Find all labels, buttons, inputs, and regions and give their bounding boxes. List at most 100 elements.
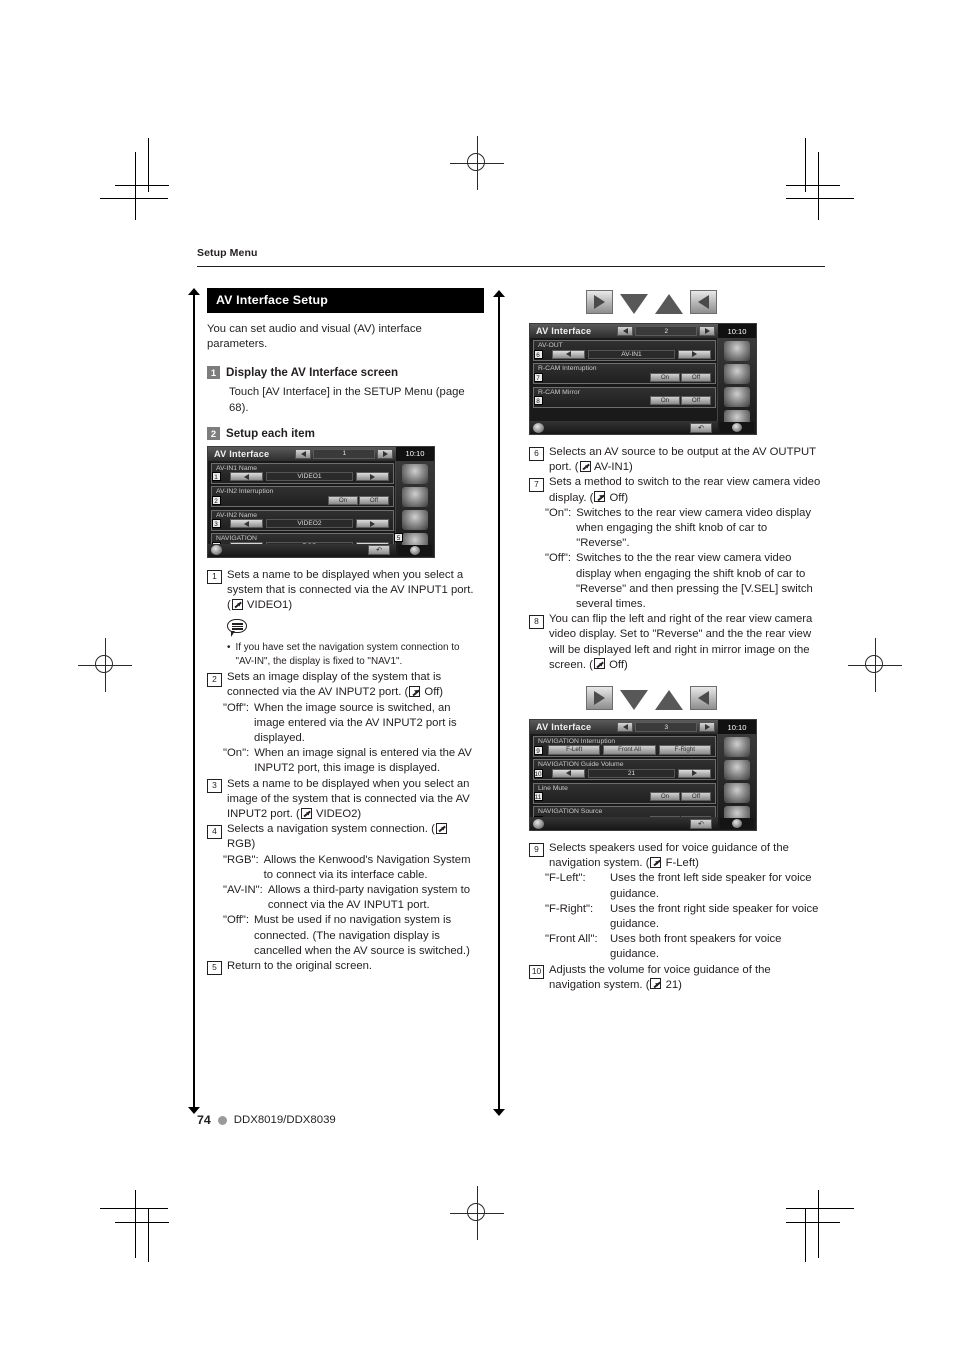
desc-7-def-on-value: Switches to the rear view camera video d… (576, 506, 812, 550)
screen1-volume-knob[interactable] (211, 545, 222, 556)
screen2-return-button[interactable]: ↶ (690, 422, 712, 433)
screen1-row2-on-button[interactable]: On (328, 495, 358, 505)
default-setting-pencil-icon (231, 598, 243, 610)
screen3-row3-on-button[interactable]: On (650, 792, 680, 802)
desc-2-def-off: "Off": When the image source is switched… (223, 701, 479, 747)
screen2-row3-on-button[interactable]: On (650, 396, 680, 406)
screen3-row1-fleft-button[interactable]: F-Left (548, 744, 601, 755)
default-setting-pencil-icon (409, 685, 421, 697)
desc-item-2: 2 Sets an image display of the system th… (207, 670, 479, 700)
screen1-row1-value: VIDEO1 (266, 472, 353, 482)
desc-9-def-frontall: "Front All": Uses both front speakers fo… (545, 932, 821, 962)
step-2-number: 2 (207, 426, 220, 440)
desc-4-def-off-key: "Off": (223, 914, 250, 927)
crop-mark-br-v (818, 1190, 820, 1258)
arrow-down-icon (620, 294, 648, 314)
screen2-sidebar (717, 338, 756, 430)
device-screen-1: AV Interface 1 10:10 AV-IN1 Name 1 VIDEO… (207, 445, 435, 558)
desc-8-body: You can flip the left and right of the r… (549, 612, 821, 673)
crop-mark-br-h2 (786, 1222, 840, 1224)
desc-1-text-b: VIDEO1) (243, 599, 293, 612)
desc-1-body: Sets a name to be displayed when you sel… (227, 568, 479, 614)
screen1-corner-controls[interactable] (398, 544, 432, 556)
screen2-row2-off-button[interactable]: Off (681, 372, 711, 382)
screen1-row3-prev-button[interactable] (230, 519, 263, 529)
screen3-row3-off-button[interactable]: Off (681, 792, 711, 802)
arrow-left-button[interactable] (690, 290, 717, 314)
arrow-right-button[interactable] (586, 686, 613, 711)
desc-4-body: Selects a navigation system connection. … (227, 822, 479, 852)
sidebar-setup-icon[interactable] (724, 760, 750, 781)
screen2-row2-label: R-CAM Interruption (538, 365, 597, 373)
screen3-row1-fright-button[interactable]: F-Right (658, 744, 711, 755)
screen2-volume-knob[interactable] (533, 422, 544, 433)
screen1-row-av-in1-name: AV-IN1 Name 1 VIDEO1 (211, 462, 394, 484)
desc-item-9: 9 Selects speakers used for voice guidan… (529, 841, 821, 871)
arrow-right-button[interactable] (586, 290, 613, 314)
desc-2-def-off-value: When the image source is switched, an im… (254, 701, 457, 745)
screen2-row1-next-button[interactable] (678, 349, 711, 359)
screen1-row2-callout: 2 (211, 495, 221, 505)
screen1-row2-toggle: On Off (328, 495, 389, 505)
desc-2-def-on-value: When an image signal is entered via the … (254, 747, 472, 775)
note-bullet: • (227, 642, 231, 654)
sidebar-source-icon[interactable] (724, 341, 750, 361)
screen3-row2-decrease-button[interactable] (552, 768, 585, 778)
desc-9-def-frontall-value: Uses both front speakers for voice guida… (610, 933, 782, 961)
model-name: DDX8019/DDX8039 (233, 1114, 336, 1126)
sidebar-setup-icon[interactable] (402, 486, 428, 507)
screen1-row3-label: AV-IN2 Name (216, 511, 258, 519)
screen1-return-button[interactable]: ↶ (368, 545, 390, 556)
screen1-row3-next-button[interactable] (356, 519, 389, 529)
screen1-row1-prev-button[interactable] (230, 472, 263, 482)
desc-7-number: 7 (529, 477, 544, 492)
screen2-corner-controls[interactable] (720, 422, 754, 433)
desc-6-number: 6 (529, 447, 544, 462)
screen3-row3-label: Line Mute (538, 784, 568, 792)
screen1-prev-page-button[interactable] (295, 448, 312, 459)
screen3-volume-knob[interactable] (533, 818, 544, 829)
arrow-left-button[interactable] (690, 686, 717, 711)
screen3-row2-increase-button[interactable] (678, 768, 711, 778)
arrow-down-icon (620, 690, 648, 711)
sidebar-source-icon[interactable] (402, 463, 428, 484)
screen3-corner-controls[interactable] (720, 818, 754, 830)
step-1-label: Display the AV Interface screen (226, 366, 399, 380)
screen2-row2-on-button[interactable]: On (650, 372, 680, 382)
screen2-row3-off-button[interactable]: Off (681, 396, 711, 406)
screen1-row1-label: AV-IN1 Name (216, 464, 258, 472)
screen2-next-page-button[interactable] (699, 326, 716, 336)
note-text: If you have set the navigation system co… (235, 642, 460, 667)
desc-9-number: 9 (529, 843, 544, 858)
default-setting-pencil-icon (435, 822, 447, 834)
desc-7-text-b: Off) (606, 491, 629, 504)
default-setting-pencil-icon (593, 658, 605, 670)
right-description-list-lower: 9 Selects speakers used for voice guidan… (529, 841, 821, 993)
screen3-next-page-button[interactable] (699, 722, 716, 733)
screen1-row1-next-button[interactable] (356, 472, 389, 482)
crop-mark-tl-h (100, 198, 168, 200)
desc-7-text-a: Sets a method to switch to the rear view… (549, 476, 821, 504)
screen3-return-button[interactable]: ↶ (690, 818, 712, 829)
screen3-prev-page-button[interactable] (617, 722, 634, 733)
desc-9-def-fright-value: Uses the front right side speaker for vo… (610, 902, 819, 931)
desc-10-number: 10 (529, 965, 544, 980)
screen1-row2-off-button[interactable]: Off (359, 495, 389, 505)
sidebar-audio-icon[interactable] (724, 387, 750, 407)
screen1-next-page-button[interactable] (377, 448, 394, 459)
sidebar-audio-icon[interactable] (402, 509, 428, 530)
screen3-row1-frontall-button[interactable]: Front All (603, 744, 656, 755)
screen3-body: NAVIGATION Interruption 9 F-Left Front A… (533, 736, 716, 828)
sidebar-audio-icon[interactable] (724, 783, 750, 804)
sidebar-setup-icon[interactable] (724, 364, 750, 384)
screen3-clock: 10:10 (718, 720, 756, 735)
page-number: 74 (197, 1113, 211, 1127)
screen2-prev-page-button[interactable] (617, 326, 634, 336)
desc-9-def-fleft-value: Uses the front left side speaker for voi… (610, 872, 812, 900)
crop-mark-br-h (786, 1208, 854, 1210)
screen2-row1-prev-button[interactable] (552, 349, 585, 359)
sidebar-source-icon[interactable] (724, 737, 750, 758)
default-setting-pencil-icon (300, 807, 312, 819)
screen2-row1-label: AV-OUT (538, 342, 563, 349)
desc-5-body: Return to the original screen. (227, 960, 373, 973)
